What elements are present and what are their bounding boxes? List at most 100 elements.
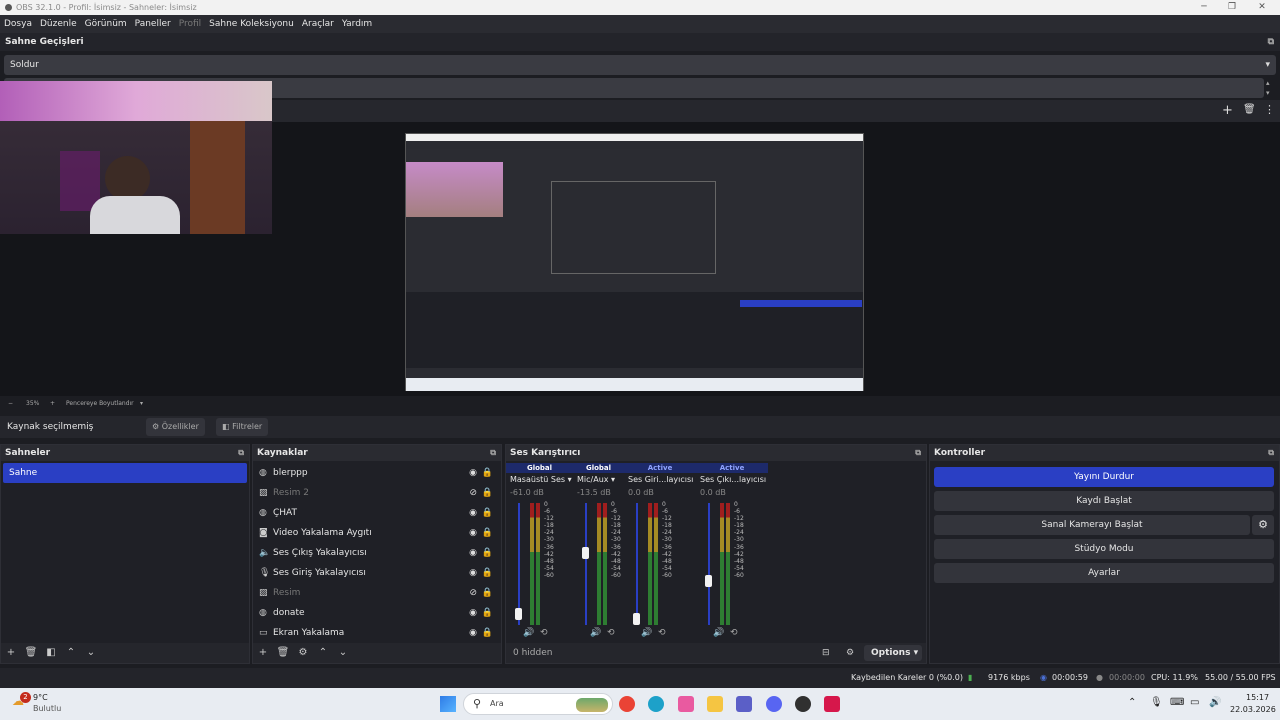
discord-icon[interactable] [766,696,782,712]
obs-taskbar-icon[interactable] [795,696,811,712]
source-item[interactable]: 🔈 Ses Çıkış Yakalayıcısı ◉ 🔒 [253,543,501,563]
remove-transition-button[interactable]: 🗑 [1243,104,1256,115]
eye-slash-icon[interactable]: ⊘ [469,483,477,503]
channel-name-select[interactable]: Ses Giri...layıcısı ▾ [624,473,696,487]
advanced-audio-button[interactable]: ⚙ [846,643,854,663]
lock-icon[interactable]: 🔒 [482,463,493,483]
scene-item[interactable]: Sahne [3,463,247,483]
menu-scene-collection[interactable]: Sahne Koleksiyonu [205,15,298,33]
clock-time[interactable]: 15:17 [1246,693,1269,702]
move-down-button[interactable]: ⌄ [81,643,101,663]
display-icon[interactable]: ▭ [1190,697,1199,708]
source-item[interactable]: ◍ ÇHAT ◉ 🔒 [253,503,501,523]
eye-icon[interactable]: ◉ [469,563,477,583]
eye-icon[interactable]: ◉ [469,603,477,623]
channel-name-select[interactable]: Masaüstü Ses ▾ [506,473,573,487]
lock-icon[interactable]: 🔒 [482,563,493,583]
options-button[interactable]: Options ▾ [864,645,922,661]
duration-spinner[interactable]: ▴ ▾ [1266,78,1276,98]
maximize-button[interactable]: ❐ [1218,0,1246,15]
mute-speaker-icon[interactable]: 🔊 [523,628,534,638]
properties-button[interactable]: ⚙ Özellikler [146,418,205,436]
minimize-button[interactable]: ─ [1190,0,1218,15]
add-scene-button[interactable]: + [1,643,21,663]
mixer-layout-button[interactable]: ⊟ [822,643,830,663]
eye-icon[interactable]: ◉ [469,543,477,563]
menu-file[interactable]: Dosya [0,15,36,33]
move-up-button[interactable]: ⌃ [61,643,81,663]
monitor-icon[interactable]: ⟲ [607,628,615,638]
menu-edit[interactable]: Düzenle [36,15,81,33]
monitor-icon[interactable]: ⟲ [730,628,738,638]
source-item[interactable]: 🎙 Ses Giriş Yakalayıcısı ◉ 🔒 [253,563,501,583]
monitor-icon[interactable]: ⟲ [658,628,666,638]
source-properties-button[interactable]: ⚙ [293,643,313,663]
app-icon[interactable] [824,696,840,712]
mute-speaker-icon[interactable]: 🔊 [641,628,652,638]
undock-icon[interactable]: ⧉ [238,445,244,461]
mute-speaker-icon[interactable]: 🔊 [590,628,601,638]
edge-icon[interactable] [648,696,664,712]
speaker-icon[interactable]: 🔊 [1209,697,1221,708]
remove-source-button[interactable]: 🗑 [273,643,293,663]
zoom-in-button[interactable]: + [50,396,55,412]
add-transition-button[interactable]: + [1222,103,1233,118]
filters-button[interactable]: ◧ Filtreler [216,418,269,436]
virtual-camera-settings-gear-icon[interactable]: ⚙ [1252,515,1274,535]
lock-icon[interactable]: 🔒 [482,583,493,603]
source-item[interactable]: ◍ donate ◉ 🔒 [253,603,501,623]
teams-icon[interactable] [736,696,752,712]
transition-menu-button[interactable]: ⋮ [1264,103,1275,116]
lock-icon[interactable]: 🔒 [482,523,493,543]
lock-icon[interactable]: 🔒 [482,503,493,523]
source-item[interactable]: ◍ blerppp ◉ 🔒 [253,463,501,483]
file-explorer-icon[interactable] [707,696,723,712]
eye-icon[interactable]: ◉ [469,623,477,643]
monitor-icon[interactable]: ⟲ [540,628,548,638]
volume-slider[interactable] [585,503,587,625]
volume-knob[interactable] [705,574,712,587]
copilot-icon[interactable] [678,696,694,712]
lock-icon[interactable]: 🔒 [482,603,493,623]
chrome-icon[interactable] [619,696,635,712]
settings-button[interactable]: Ayarlar [934,563,1274,583]
eye-icon[interactable]: ◉ [469,503,477,523]
chevron-up-icon[interactable]: ⌃ [1128,697,1136,708]
zoom-mode[interactable]: Pencereye Boyutlandır [66,396,134,412]
zoom-out-button[interactable]: − [8,396,13,412]
source-item[interactable]: ◙ Video Yakalama Aygıtı ◉ 🔒 [253,523,501,543]
taskbar-search[interactable]: ⚲ Ara [463,693,613,715]
volume-slider[interactable] [518,503,520,625]
volume-slider[interactable] [708,503,710,625]
eye-icon[interactable]: ◉ [469,523,477,543]
lock-icon[interactable]: 🔒 [482,543,493,563]
eye-icon[interactable]: ◉ [469,463,477,483]
studio-mode-button[interactable]: Stüdyo Modu [934,539,1274,559]
menu-tools[interactable]: Araçlar [298,15,338,33]
source-item[interactable]: ▨ Resim ⊘ 🔒 [253,583,501,603]
eye-slash-icon[interactable]: ⊘ [469,583,477,603]
move-down-button[interactable]: ⌄ [333,643,353,663]
source-item[interactable]: ▨ Resim 2 ⊘ 🔒 [253,483,501,503]
channel-name-select[interactable]: Ses Çıkı...layıcısı ▾ [696,473,768,487]
lock-icon[interactable]: 🔒 [482,623,493,643]
add-source-button[interactable]: + [253,643,273,663]
scene-filters-button[interactable]: ◧ [41,643,61,663]
undock-icon[interactable]: ⧉ [490,445,496,461]
keyboard-icon[interactable]: ⌨ [1170,697,1184,708]
remove-scene-button[interactable]: 🗑 [21,643,41,663]
zoom-mode-chevron-icon[interactable]: ▾ [140,396,143,412]
start-windows-icon[interactable] [440,696,456,712]
microphone-icon[interactable]: 🎙 [1150,697,1163,708]
channel-name-select[interactable]: Mic/Aux ▾ [573,473,624,487]
close-button[interactable]: ✕ [1248,0,1276,15]
undock-icon[interactable]: ⧉ [915,445,921,461]
start-record-button[interactable]: Kaydı Başlat [934,491,1274,511]
volume-knob[interactable] [633,613,640,625]
menu-view[interactable]: Görünüm [81,15,131,33]
volume-slider[interactable] [636,503,638,625]
menu-profile[interactable]: Profil [175,15,205,33]
menu-docks[interactable]: Paneller [131,15,175,33]
volume-knob[interactable] [582,547,589,559]
clock-date[interactable]: 22.03.2026 [1230,705,1276,714]
